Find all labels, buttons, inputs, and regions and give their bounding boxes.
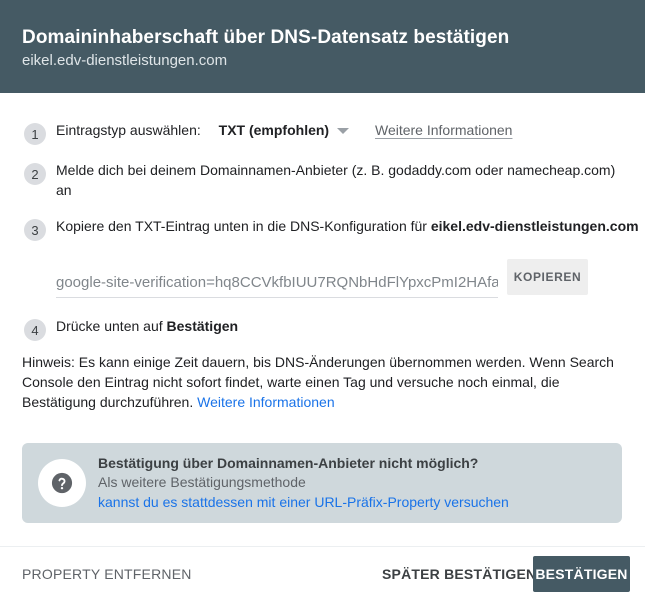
step-3: Kopiere den TXT-Eintrag unten in die DNS…: [56, 216, 639, 236]
info-box-title: Bestätigung über Domainnamen-Anbieter ni…: [98, 455, 479, 471]
record-type-select[interactable]: TXT (empfohlen): [218, 120, 350, 140]
verification-dialog: Domaininhaberschaft über DNS-Datensatz b…: [0, 0, 645, 604]
footer-divider: [0, 546, 645, 547]
step-2: Melde dich bei deinem Domainnamen-Anbiet…: [56, 160, 631, 200]
step-2-number: 2: [24, 163, 46, 185]
step-1: Eintragstyp auswählen: TXT (empfohlen) W…: [56, 120, 512, 140]
txt-record-field[interactable]: google-site-verification=hq8CCVkfbIUU7RQ…: [56, 268, 498, 298]
alternative-method-box: Bestätigung über Domainnamen-Anbieter ni…: [22, 443, 622, 523]
step-4-text: Drücke unten auf: [56, 318, 167, 334]
dialog-title: Domaininhaberschaft über DNS-Datensatz b…: [22, 27, 510, 48]
hint-text: Hinweis: Es kann einige Zeit dauern, bis…: [22, 352, 622, 412]
copy-button[interactable]: KOPIEREN: [507, 259, 588, 295]
step-4-bold: Bestätigen: [166, 318, 239, 334]
verify-later-button[interactable]: SPÄTER BESTÄTIGEN: [382, 558, 536, 590]
step-2-line1: Melde dich bei deinem Domainnamen-Anbiet…: [56, 162, 616, 178]
dialog-header: Domaininhaberschaft über DNS-Datensatz b…: [0, 0, 645, 93]
question-icon: [38, 459, 86, 507]
step-3-text: Kopiere den TXT-Eintrag unten in die DNS…: [56, 218, 431, 234]
remove-property-button[interactable]: PROPERTY ENTFERNEN: [22, 558, 192, 590]
url-prefix-link[interactable]: kannst du es stattdessen mit einer URL-P…: [98, 494, 509, 510]
confirm-button[interactable]: BESTÄTIGEN: [533, 556, 630, 592]
record-type-value: TXT (empfohlen): [218, 122, 330, 138]
info-box-text: Als weitere Bestätigungsmethode: [98, 474, 306, 490]
dialog-subtitle: eikel.edv-dienstleistungen.com: [22, 52, 228, 69]
hint-line3: Bestätigung durchzuführen.: [22, 394, 198, 410]
step-2-line2: an: [56, 182, 72, 198]
dropdown-arrow-icon: [337, 128, 350, 134]
step-4-number: 4: [24, 319, 46, 341]
step-1-label: Eintragstyp auswählen:: [56, 122, 201, 138]
step-1-number: 1: [24, 123, 46, 145]
step-1-more-info-link[interactable]: Weitere Informationen: [375, 122, 512, 138]
step-4: Drücke unten auf Bestätigen: [56, 316, 238, 336]
hint-line2: Console den Eintrag nicht sofort findet,…: [22, 374, 560, 390]
hint-line1: Hinweis: Es kann einige Zeit dauern, bis…: [22, 354, 614, 370]
step-3-domain: eikel.edv-dienstleistungen.com: [430, 218, 639, 234]
hint-more-info-link[interactable]: Weitere Informationen: [197, 394, 334, 410]
step-3-number: 3: [24, 219, 46, 241]
hint-line3-wrapper: Bestätigung durchzuführen. Weitere Infor…: [22, 392, 622, 412]
